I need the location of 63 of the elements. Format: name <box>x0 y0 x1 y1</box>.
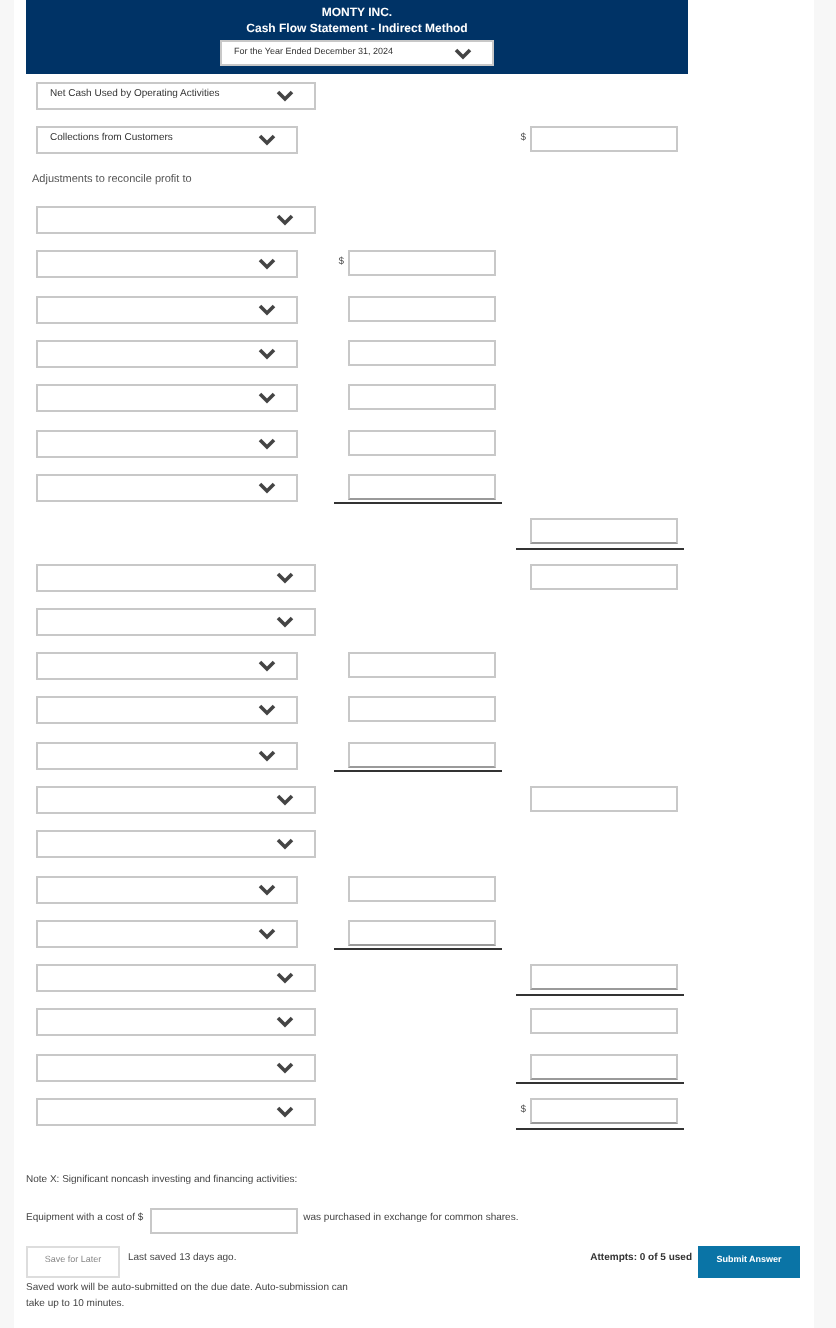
amount-input[interactable] <box>530 1008 678 1035</box>
chevron-down-icon <box>258 134 276 146</box>
dropdown-select[interactable] <box>36 295 298 324</box>
chevron-down-icon <box>258 303 276 316</box>
chevron-down-icon <box>258 660 276 673</box>
dropdown-select[interactable] <box>36 206 316 235</box>
amount-input[interactable] <box>348 250 496 277</box>
dropdown-select[interactable] <box>36 786 316 814</box>
amount-input[interactable] <box>530 1053 678 1080</box>
chevron-down-icon <box>276 1106 294 1119</box>
amount-input[interactable] <box>348 652 496 679</box>
dropdown-select[interactable] <box>36 473 298 502</box>
dropdown-select[interactable] <box>36 429 298 458</box>
dropdown-select[interactable] <box>36 607 316 636</box>
dropdown-select[interactable] <box>36 964 316 993</box>
chevron-down-icon <box>454 47 472 59</box>
amount-input[interactable] <box>348 696 496 723</box>
dropdown-select[interactable] <box>36 919 298 948</box>
dropdown-select[interactable] <box>36 652 298 681</box>
dropdown-select[interactable] <box>36 1053 316 1082</box>
amount-input[interactable] <box>530 563 678 590</box>
dropdown-select[interactable] <box>36 250 298 279</box>
chevron-down-icon <box>276 90 294 102</box>
dropdown-select[interactable] <box>36 875 298 904</box>
amount-input[interactable] <box>348 295 496 322</box>
amount-input[interactable] <box>530 1098 678 1125</box>
chevron-down-icon <box>258 392 276 405</box>
amount-input[interactable] <box>348 384 496 411</box>
amount-input[interactable] <box>348 875 496 902</box>
dropdown-select[interactable] <box>36 384 298 413</box>
amount-input[interactable] <box>530 518 678 545</box>
equipment-cost-input[interactable] <box>149 1207 298 1234</box>
dropdown-select[interactable] <box>36 1098 316 1127</box>
chevron-down-icon <box>276 214 294 227</box>
chevron-down-icon <box>276 571 294 584</box>
chevron-down-icon <box>276 615 294 628</box>
amount-input[interactable] <box>348 429 496 456</box>
dropdown-select[interactable] <box>36 741 298 770</box>
chevron-down-icon <box>258 704 276 717</box>
amount-input[interactable] <box>530 126 678 152</box>
dropdown-select[interactable] <box>36 830 316 859</box>
chevron-down-icon <box>258 749 276 762</box>
dropdown-select[interactable] <box>36 1008 316 1037</box>
chevron-down-icon <box>276 1016 294 1029</box>
chevron-down-icon <box>258 481 276 494</box>
amount-input[interactable] <box>348 340 496 367</box>
chevron-down-icon <box>258 348 276 361</box>
amount-input[interactable] <box>348 919 496 946</box>
amount-input[interactable] <box>348 741 496 768</box>
chevron-down-icon <box>276 972 294 985</box>
dropdown-select[interactable] <box>36 563 316 592</box>
amount-input[interactable] <box>530 786 678 812</box>
chevron-down-icon <box>258 883 276 896</box>
chevron-down-icon <box>276 1061 294 1074</box>
chevron-down-icon <box>258 927 276 940</box>
chevron-down-icon <box>258 437 276 450</box>
chevron-down-icon <box>276 794 294 806</box>
dropdown-select[interactable] <box>36 340 298 369</box>
amount-input[interactable] <box>348 473 496 500</box>
amount-input[interactable] <box>530 964 678 991</box>
dropdown-select[interactable] <box>36 696 298 725</box>
chevron-down-icon <box>276 838 294 851</box>
chevron-down-icon <box>258 258 276 271</box>
